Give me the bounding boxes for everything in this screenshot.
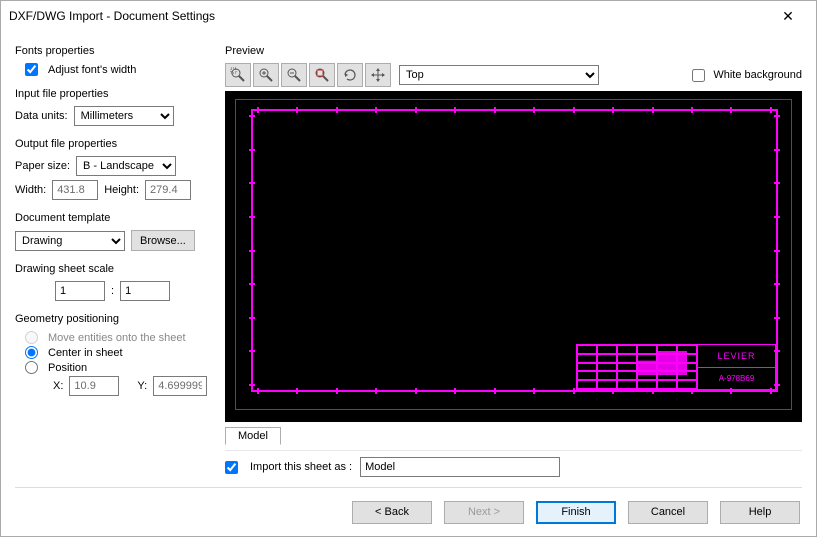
scale-sep: : (111, 285, 114, 297)
white-background-label: White background (713, 69, 802, 81)
preview-viewport[interactable]: LEVIER A-978B69 (225, 91, 802, 422)
paper-size-label: Paper size: (15, 160, 70, 172)
view-orientation-select[interactable]: Top (399, 65, 599, 85)
title-block-code: A-978B69 (698, 368, 775, 390)
dialog-window: DXF/DWG Import - Document Settings ✕ Fon… (0, 0, 817, 537)
paper-size-select[interactable]: B - Landscape (76, 156, 176, 176)
width-field (52, 180, 98, 200)
adjust-fonts-checkbox[interactable] (25, 63, 38, 76)
white-background-checkbox[interactable] (692, 69, 705, 82)
zoom-in-icon[interactable] (253, 63, 279, 87)
scale-denominator-field[interactable] (120, 281, 170, 301)
sheet-scale-group-label: Drawing sheet scale (15, 263, 215, 275)
doc-template-select[interactable]: Drawing (15, 231, 125, 251)
zoom-out-icon[interactable] (281, 63, 307, 87)
browse-button[interactable]: Browse... (131, 230, 195, 251)
zoom-fit-icon[interactable] (309, 63, 335, 87)
data-units-label: Data units: (15, 110, 68, 122)
width-label: Width: (15, 184, 46, 196)
doc-template-group-label: Document template (15, 212, 215, 224)
preview-panel: Preview Top White background (225, 39, 802, 477)
x-label: X: (53, 380, 63, 392)
geometry-group-label: Geometry positioning (15, 313, 215, 325)
sheet-tabs: Model (225, 426, 802, 444)
tab-model[interactable]: Model (225, 427, 281, 445)
scale-numerator-field[interactable] (55, 281, 105, 301)
title-block-name: LEVIER (698, 345, 775, 368)
height-field (145, 180, 191, 200)
cancel-button[interactable]: Cancel (628, 501, 708, 524)
fonts-group-label: Fonts properties (15, 45, 215, 57)
position-label: Position (48, 362, 87, 374)
pan-icon[interactable] (365, 63, 391, 87)
import-sheet-name-field[interactable] (360, 457, 560, 477)
adjust-fonts-label: Adjust font's width (48, 64, 136, 76)
import-sheet-checkbox[interactable] (225, 461, 238, 474)
center-radio[interactable] (25, 346, 38, 359)
preview-group-label: Preview (225, 45, 802, 57)
x-field (69, 376, 119, 396)
move-entities-radio (25, 331, 38, 344)
position-radio[interactable] (25, 361, 38, 374)
finish-button[interactable]: Finish (536, 501, 616, 524)
title-block: LEVIER A-978B69 (576, 344, 776, 390)
center-label: Center in sheet (48, 347, 123, 359)
move-entities-label: Move entities onto the sheet (48, 332, 186, 344)
data-units-select[interactable]: Millimeters (74, 106, 174, 126)
back-button[interactable]: < Back (352, 501, 432, 524)
titlebar: DXF/DWG Import - Document Settings ✕ (1, 1, 816, 31)
rotate-icon[interactable] (337, 63, 363, 87)
output-file-group-label: Output file properties (15, 138, 215, 150)
next-button: Next > (444, 501, 524, 524)
close-button[interactable]: ✕ (768, 8, 808, 25)
y-label: Y: (137, 380, 147, 392)
zoom-area-icon[interactable] (225, 63, 251, 87)
settings-panel: Fonts properties Adjust font's width Inp… (15, 39, 215, 477)
preview-drawing-frame: LEVIER A-978B69 (251, 109, 778, 392)
preview-toolbar: Top White background (225, 63, 802, 87)
import-sheet-label: Import this sheet as : (250, 461, 352, 473)
y-field (153, 376, 207, 396)
height-label: Height: (104, 184, 139, 196)
input-file-group-label: Input file properties (15, 88, 215, 100)
dialog-footer: < Back Next > Finish Cancel Help (1, 488, 816, 536)
help-button[interactable]: Help (720, 501, 800, 524)
window-title: DXF/DWG Import - Document Settings (9, 9, 768, 23)
